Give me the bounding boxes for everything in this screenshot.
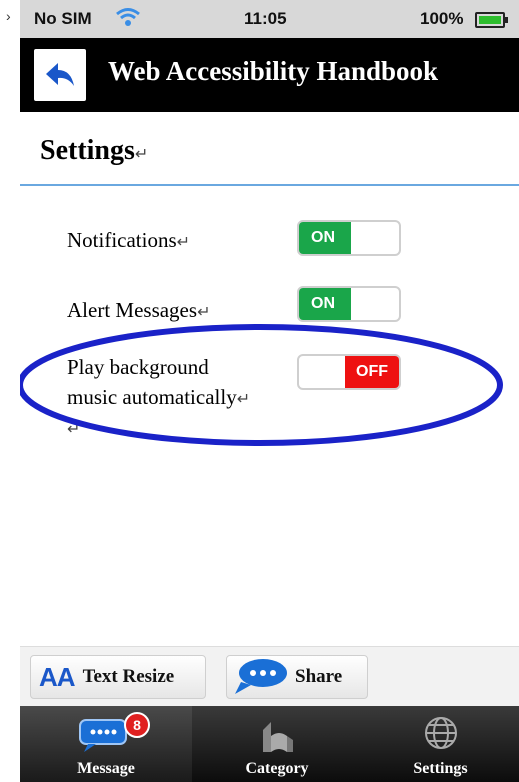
alert-messages-toggle[interactable]: ON	[297, 286, 401, 322]
tab-label: Category	[245, 760, 309, 777]
status-bar: No SIM 11:05 100%	[20, 0, 519, 38]
app-title: Web Accessibility Handbook	[108, 56, 439, 86]
action-bar: AA Text Resize Share	[20, 646, 519, 707]
tab-label: Settings	[413, 760, 468, 777]
toggle-on-state: ON	[299, 288, 351, 320]
tab-label: Message	[77, 760, 135, 777]
battery-icon	[475, 12, 508, 28]
highlight-ellipse	[20, 324, 503, 446]
left-edge: ›	[0, 0, 20, 782]
share-button[interactable]: Share	[226, 655, 368, 699]
navigation-bar: Web Accessibility Handbook	[20, 38, 519, 112]
wifi-icon	[115, 7, 141, 32]
notifications-toggle[interactable]: ON	[297, 220, 401, 256]
tab-message[interactable]: 8 Message	[20, 706, 192, 782]
back-button[interactable]	[34, 49, 86, 101]
divider	[20, 184, 519, 186]
text-size-icon: AA	[39, 661, 76, 692]
text-resize-button[interactable]: AA Text Resize	[30, 655, 206, 699]
battery-percent: 100%	[420, 9, 464, 28]
tab-category[interactable]: Category	[192, 706, 362, 782]
tab-settings[interactable]: Settings	[362, 706, 519, 782]
phone-screen: No SIM 11:05 100% Web Accessibility Hand…	[20, 0, 519, 782]
carrier-text: No SIM	[34, 9, 92, 28]
back-arrow-icon	[46, 63, 74, 86]
clock-text: 11:05	[244, 9, 287, 28]
notification-badge: 8	[124, 712, 150, 738]
notifications-label: Notifications↵	[67, 228, 191, 252]
category-icon	[263, 722, 293, 752]
speech-bubble-icon	[235, 659, 287, 694]
tab-bar: 8 Message Category Settings	[20, 706, 519, 782]
toggle-on-state: ON	[299, 222, 351, 254]
globe-icon	[425, 717, 457, 749]
page-title: Settings↵	[40, 135, 149, 166]
